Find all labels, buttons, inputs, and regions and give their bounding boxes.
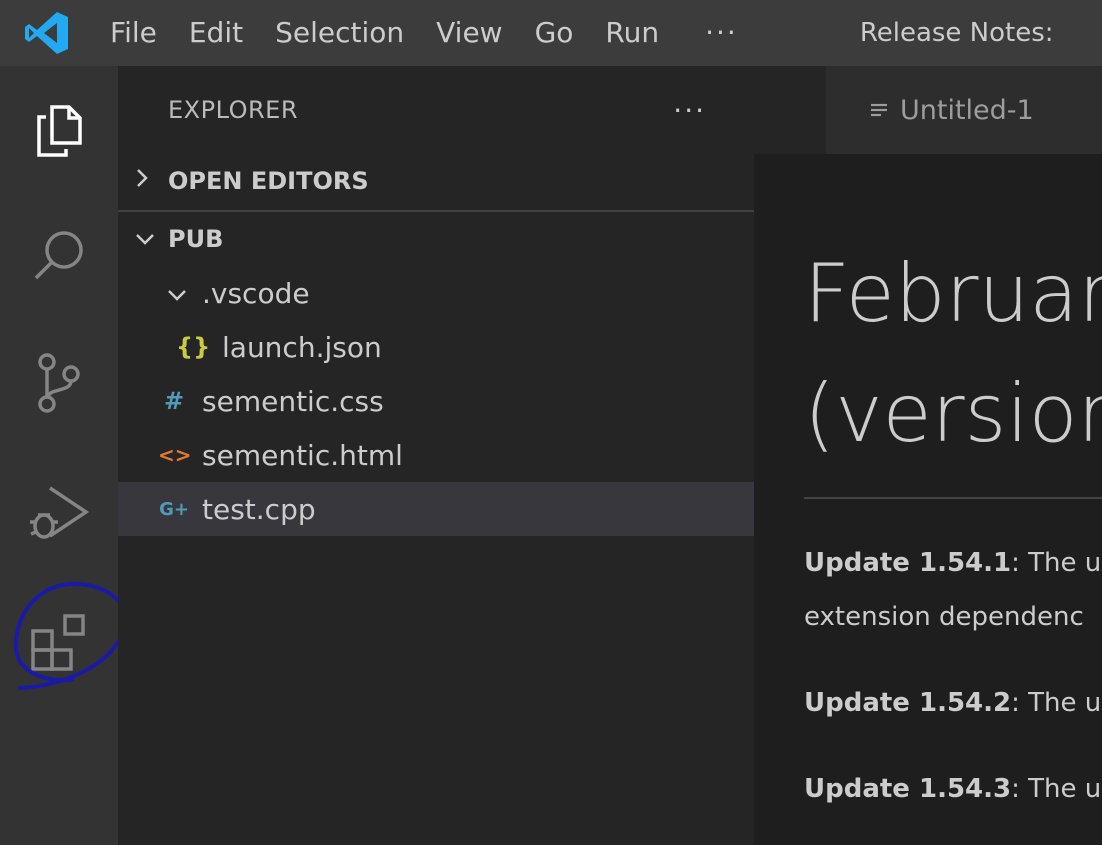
menu-selection[interactable]: Selection [259, 0, 420, 66]
extensions-icon[interactable] [22, 606, 96, 680]
menu-file[interactable]: File [94, 0, 173, 66]
update-1-54-2: Update 1.54.2: The u [804, 688, 1101, 718]
explorer-header: EXPLORER ··· [118, 66, 754, 154]
heading-divider [804, 497, 1102, 499]
html-file-icon: <> [158, 443, 192, 467]
explorer-icon[interactable] [22, 94, 96, 168]
update-label[interactable]: Update 1.54.1 [804, 548, 1011, 578]
editor-tab-bar: Untitled-1 [754, 66, 1102, 154]
tree-item-vscode[interactable]: .vscode [118, 266, 754, 320]
explorer-more-button[interactable]: ··· [673, 94, 706, 127]
tree-item-sementic-html[interactable]: <> sementic.html [118, 428, 754, 482]
chevron-down-icon [164, 277, 190, 310]
update-text: : The u [1011, 688, 1102, 718]
update-1-54-3: Update 1.54.3: The u [804, 774, 1101, 804]
release-notes-heading-version: (versior [804, 367, 1102, 460]
activity-bar [0, 66, 118, 845]
tree-item-launch-json[interactable]: {} launch.json [118, 320, 754, 374]
explorer-title: EXPLORER [168, 96, 298, 124]
search-icon[interactable] [22, 218, 96, 292]
tree-item-label: .vscode [202, 276, 310, 310]
json-file-icon: {} [176, 333, 211, 361]
menu-edit[interactable]: Edit [173, 0, 259, 66]
release-notes-heading: Februar [804, 247, 1102, 340]
title-bar: File Edit Selection View Go Run ··· Rele… [0, 0, 1102, 66]
file-lines-icon [870, 95, 888, 126]
update-1-54-1-continued: extension dependenc [804, 602, 1084, 632]
explorer-sidebar: EXPLORER ··· OPEN EDITORS PUB .vscode {}… [118, 66, 754, 845]
window-title: Release Notes: [859, 18, 1054, 48]
source-control-icon[interactable] [22, 346, 96, 420]
update-text: : The u [1011, 774, 1102, 804]
menu-more-button[interactable]: ··· [675, 0, 760, 66]
open-editors-label: OPEN EDITORS [168, 167, 369, 195]
update-text: : The u [1011, 548, 1102, 578]
vscode-logo-icon [0, 0, 94, 66]
open-editors-section[interactable]: OPEN EDITORS [118, 154, 754, 208]
chevron-right-icon [134, 167, 168, 195]
menu-bar: File Edit Selection View Go Run ··· [94, 0, 760, 66]
update-1-54-1: Update 1.54.1: The u [804, 548, 1101, 578]
folder-label: PUB [168, 225, 224, 253]
tree-item-test-cpp[interactable]: G+ test.cpp [118, 482, 754, 536]
run-debug-icon[interactable] [22, 476, 96, 550]
menu-view[interactable]: View [420, 0, 518, 66]
tree-item-label: launch.json [222, 330, 382, 364]
tree-item-sementic-css[interactable]: # sementic.css [118, 374, 754, 428]
update-label[interactable]: Update 1.54.2 [804, 688, 1011, 718]
tree-item-label: sementic.html [202, 438, 403, 472]
update-label[interactable]: Update 1.54.3 [804, 774, 1011, 804]
release-notes-editor: Februar (versior Update 1.54.1: The u ex… [754, 154, 1102, 845]
menu-run[interactable]: Run [589, 0, 675, 66]
tree-item-label: sementic.css [202, 384, 384, 418]
chevron-down-icon [134, 225, 168, 253]
folder-section[interactable]: PUB [118, 212, 754, 266]
menu-go[interactable]: Go [519, 0, 590, 66]
tree-item-label: test.cpp [202, 492, 316, 526]
cpp-file-icon: G+ [159, 498, 189, 520]
tab-untitled-1[interactable]: Untitled-1 [826, 66, 1102, 154]
update-text: extension dependenc [804, 602, 1084, 632]
tab-label: Untitled-1 [900, 94, 1034, 126]
css-file-icon: # [163, 387, 185, 415]
